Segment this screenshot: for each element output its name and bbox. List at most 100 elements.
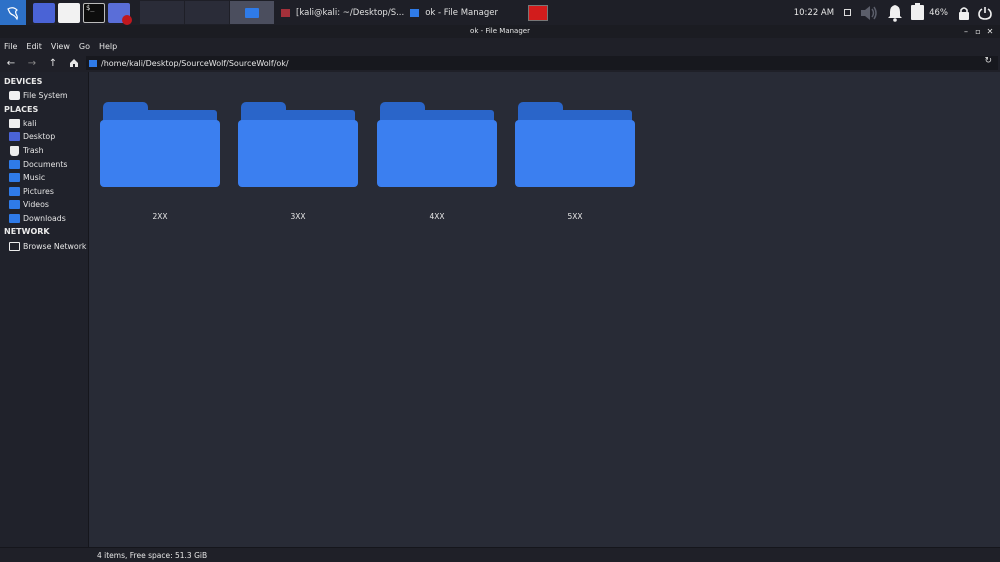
sidebar-item-downloads[interactable]: Downloads: [0, 212, 88, 226]
folder-icon: [100, 102, 220, 187]
workspace-switcher: [140, 1, 275, 24]
sidebar-item-label: Videos: [23, 200, 49, 210]
trash-icon: [10, 145, 19, 156]
logout-icon[interactable]: [978, 6, 992, 20]
menu-file[interactable]: File: [4, 42, 17, 51]
menu-edit[interactable]: Edit: [26, 42, 42, 51]
workspace-3[interactable]: [230, 1, 274, 24]
window-titlebar[interactable]: ok - File Manager – ▫ ✕: [0, 25, 1000, 38]
sidebar-item-label: Browse Network: [23, 241, 87, 251]
folder-icon: [245, 7, 259, 18]
record-icon: [122, 14, 132, 25]
task-recording-indicator[interactable]: [527, 4, 548, 21]
file-manager-launcher[interactable]: [58, 2, 80, 23]
folder-item[interactable]: 4XX: [367, 100, 505, 230]
battery-percent: 46%: [929, 7, 948, 18]
window-controls: – ▫ ✕: [960, 25, 996, 38]
videos-folder-icon: [9, 200, 20, 210]
toolbar: ← → ↑ /home/kali/Desktop/SourceWolf/Sour…: [0, 54, 1000, 72]
arrow-right-icon: →: [27, 57, 37, 69]
close-button[interactable]: ✕: [984, 27, 996, 36]
task-file-manager-label: ok - File Manager: [425, 7, 498, 18]
location-bar[interactable]: /home/kali/Desktop/SourceWolf/SourceWolf…: [86, 56, 998, 70]
menu-view[interactable]: View: [51, 42, 70, 51]
maximize-button[interactable]: ▫: [972, 27, 984, 36]
system-tray: 10:22 AM 46%: [794, 0, 1000, 25]
sidebar-item-label: kali: [23, 118, 37, 128]
forward-button[interactable]: →: [22, 54, 42, 72]
battery-icon[interactable]: [911, 3, 925, 20]
location-path: /home/kali/Desktop/SourceWolf/SourceWolf…: [101, 58, 289, 68]
back-button[interactable]: ←: [1, 54, 21, 72]
sidebar-item-label: Pictures: [23, 186, 54, 196]
show-desktop-launcher[interactable]: [33, 2, 55, 23]
reload-icon[interactable]: ↻: [984, 56, 992, 66]
folder-icon: [89, 59, 97, 67]
sidebar-item-label: File System: [23, 91, 68, 101]
sidebar-item-label: Desktop: [23, 132, 56, 142]
minimize-button[interactable]: –: [960, 27, 972, 36]
workspace-2[interactable]: [185, 1, 229, 24]
home-folder-icon: [9, 118, 20, 128]
menu-help[interactable]: Help: [99, 42, 117, 51]
screen-recorder-launcher[interactable]: [108, 2, 132, 25]
workspace-1[interactable]: [140, 1, 184, 24]
menu-go[interactable]: Go: [79, 42, 90, 51]
folder-name: 3XX: [290, 212, 306, 221]
desktop-icon: [9, 132, 20, 142]
sidebar-item-kali[interactable]: kali: [0, 117, 88, 131]
volume-icon[interactable]: [859, 4, 879, 22]
pictures-folder-icon: [9, 186, 20, 196]
terminal-launcher[interactable]: $_: [83, 2, 105, 23]
sidebar-item-documents[interactable]: Documents: [0, 157, 88, 171]
sidebar-item-browse-network[interactable]: Browse Network: [0, 239, 88, 253]
sidebar-item-pictures[interactable]: Pictures: [0, 185, 88, 199]
drive-icon: [9, 91, 20, 101]
folder-icon: [515, 102, 635, 187]
sidebar-item-file-system[interactable]: File System: [0, 89, 88, 103]
terminal-icon: [281, 8, 290, 17]
folder-name: 2XX: [152, 212, 168, 221]
kali-dragon-icon: [7, 6, 19, 20]
sidebar-item-trash[interactable]: Trash: [0, 144, 88, 158]
sidebar-item-desktop[interactable]: Desktop: [0, 130, 88, 144]
terminal-prompt-icon: $_: [86, 3, 95, 12]
up-button[interactable]: ↑: [43, 54, 63, 72]
lock-icon[interactable]: [958, 6, 970, 20]
sidebar-item-label: Trash: [23, 146, 44, 156]
sidebar-item-music[interactable]: Music: [0, 171, 88, 185]
folder-name: 5XX: [567, 212, 583, 221]
sidebar-item-label: Documents: [23, 159, 68, 169]
task-terminal[interactable]: [kali@kali: ~/Desktop/S...: [281, 1, 404, 24]
sidebar-section-devices: DEVICES: [4, 77, 43, 86]
folder-icon: [377, 102, 497, 187]
menubar: File Edit View Go Help: [0, 38, 1000, 54]
folder-item[interactable]: 5XX: [505, 100, 643, 230]
kali-menu-button[interactable]: [0, 0, 26, 25]
sidebar-item-label: Downloads: [23, 214, 66, 224]
status-text: 4 items, Free space: 51.3 GiB: [97, 551, 208, 560]
sidebar-section-places: PLACES: [4, 104, 39, 114]
task-terminal-label: [kali@kali: ~/Desktop/S...: [296, 7, 405, 18]
home-button[interactable]: [64, 54, 84, 72]
notification-bell-icon[interactable]: [887, 4, 903, 22]
sidebar-section-network: NETWORK: [4, 227, 50, 237]
window-title: ok - File Manager: [470, 27, 530, 35]
home-icon: [70, 59, 78, 67]
arrow-left-icon: ←: [6, 57, 16, 69]
folder-item[interactable]: 2XX: [90, 100, 228, 230]
file-view[interactable]: 2XX 3XX 4XX 5XX: [90, 72, 1000, 547]
task-file-manager[interactable]: ok - File Manager: [410, 1, 498, 24]
downloads-folder-icon: [9, 214, 20, 224]
sidebar-item-label: Music: [23, 173, 46, 183]
statusbar: 4 items, Free space: 51.3 GiB: [0, 547, 1000, 562]
music-folder-icon: [9, 173, 20, 183]
documents-folder-icon: [9, 159, 20, 169]
tray-window-icon[interactable]: [844, 9, 852, 16]
sidebar-item-videos[interactable]: Videos: [0, 198, 88, 212]
folder-item[interactable]: 3XX: [228, 100, 366, 230]
sidebar: DEVICES File System PLACES kali Desktop …: [0, 72, 89, 547]
taskbar: $_ [kali@kali: ~/Desktop/S... ok - File …: [0, 0, 1000, 25]
clock[interactable]: 10:22 AM: [794, 8, 834, 18]
folder-icon: [238, 102, 358, 187]
